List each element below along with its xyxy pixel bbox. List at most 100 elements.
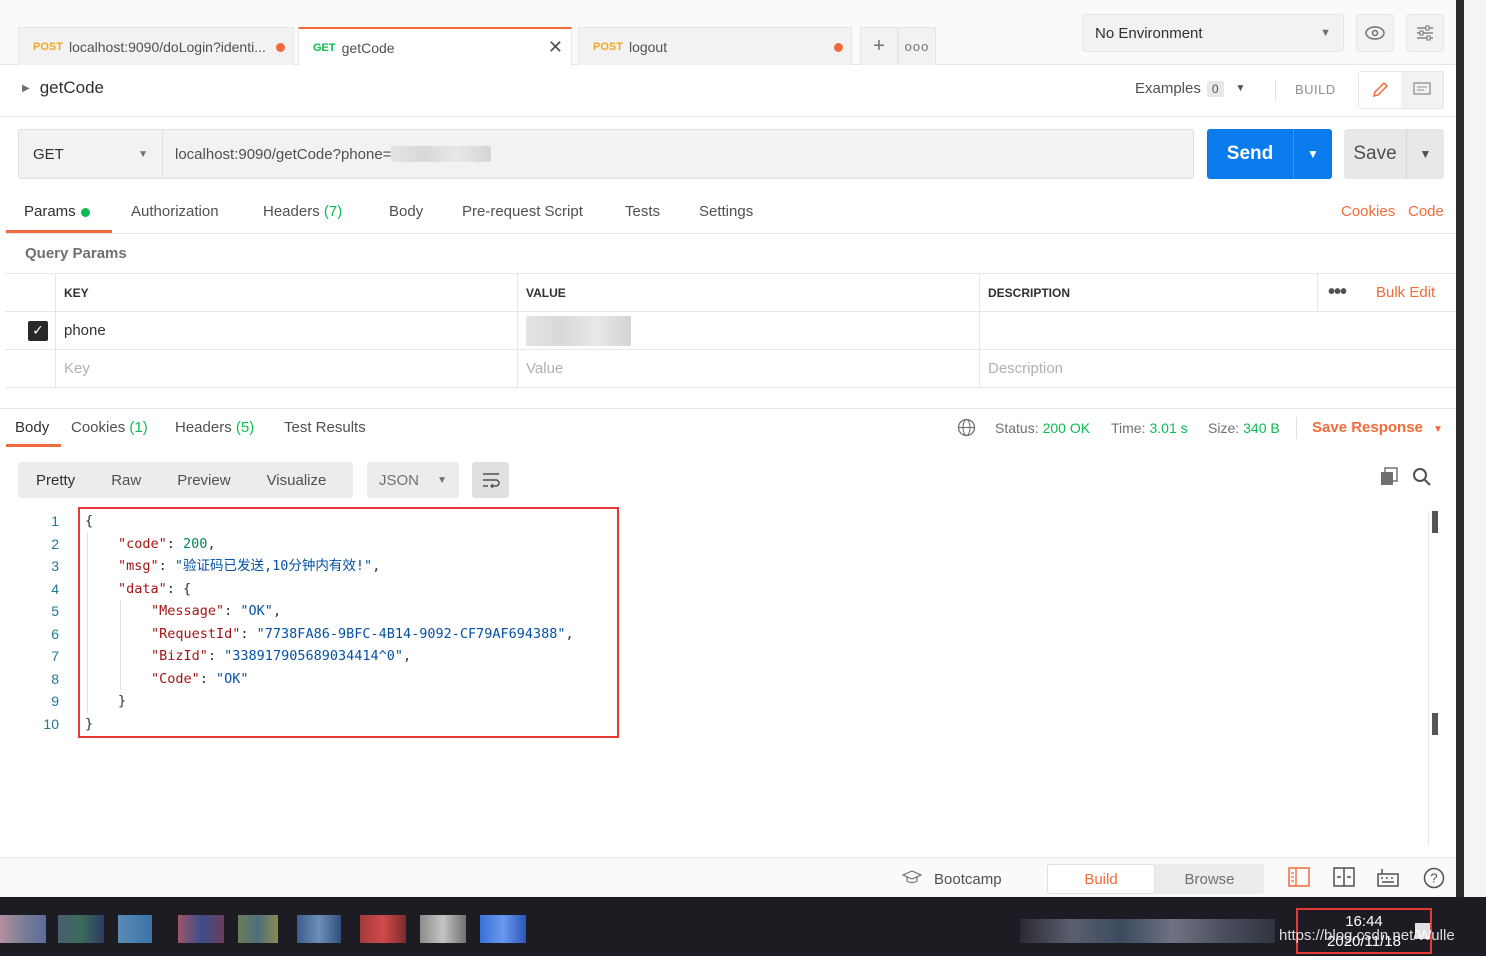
line-number: 1 xyxy=(51,513,59,529)
save-response-dropdown[interactable]: Save Response ▼ xyxy=(1312,419,1443,436)
environment-select[interactable]: No Environment ▼ xyxy=(1082,14,1344,52)
tab-label: Params xyxy=(24,203,76,220)
build-mode-label: BUILD xyxy=(1295,82,1336,97)
view-preview[interactable]: Preview xyxy=(159,472,248,489)
redacted-value xyxy=(526,315,631,346)
taskbar-app-icon[interactable] xyxy=(0,915,46,943)
headers-count: (7) xyxy=(323,203,343,220)
tab-logout[interactable]: POST logout xyxy=(578,27,852,65)
param-description[interactable] xyxy=(979,312,988,349)
tab-body[interactable]: Body xyxy=(389,203,423,220)
tab-tests[interactable]: Tests xyxy=(625,203,660,220)
chevron-down-icon[interactable]: ▼ xyxy=(1406,129,1444,179)
param-key[interactable]: phone xyxy=(55,312,106,349)
bulk-edit-link[interactable]: Bulk Edit xyxy=(1367,274,1435,311)
scrollbar-thumb[interactable] xyxy=(1432,511,1438,533)
headers-count: (5) xyxy=(235,419,255,436)
size-value: 340 B xyxy=(1243,420,1280,436)
divider xyxy=(1296,417,1297,439)
taskbar-app-icon[interactable] xyxy=(360,915,406,943)
bootcamp-label: Bootcamp xyxy=(934,870,1002,888)
line-number: 2 xyxy=(51,535,59,552)
background-window-edge xyxy=(1456,0,1486,897)
line-number: 10 xyxy=(43,715,59,732)
status-value: 200 OK xyxy=(1042,420,1091,436)
response-tab-test-results[interactable]: Test Results xyxy=(284,419,366,436)
plus-icon[interactable]: + xyxy=(860,27,898,65)
line-number: 6 xyxy=(51,625,59,642)
more-options-icon[interactable]: ••• xyxy=(1319,274,1347,311)
tab-dologin[interactable]: POST localhost:9090/doLogin?identi... xyxy=(18,27,294,65)
two-pane-view-icon[interactable] xyxy=(1288,867,1310,889)
bootcamp-link[interactable]: Bootcamp xyxy=(901,870,1002,888)
line-number: 8 xyxy=(51,670,59,687)
search-icon[interactable] xyxy=(1412,467,1432,490)
query-params-table: KEY VALUE DESCRIPTION ••• Bulk Edit ✓ ph… xyxy=(5,273,1456,388)
settings-sliders-icon[interactable] xyxy=(1406,14,1444,52)
view-pretty[interactable]: Pretty xyxy=(18,472,93,489)
layout-icon[interactable] xyxy=(1333,867,1355,889)
copy-icon[interactable] xyxy=(1379,467,1399,490)
postman-window: POST localhost:9090/doLogin?identi... GE… xyxy=(0,0,1456,897)
url-input[interactable]: localhost:9090/getCode?phone= xyxy=(162,129,1194,179)
url-text: localhost:9090/getCode?phone= xyxy=(175,145,392,163)
response-tab-cookies[interactable]: Cookies (1) xyxy=(71,419,148,436)
line-number: 7 xyxy=(51,648,59,664)
close-icon[interactable]: ✕ xyxy=(548,37,563,58)
tab-headers[interactable]: Headers (7) xyxy=(263,203,342,220)
param-checkbox[interactable]: ✓ xyxy=(19,312,48,349)
taskbar-app-icon[interactable] xyxy=(58,915,104,943)
examples-dropdown[interactable]: Examples 0 ▼ xyxy=(1135,80,1245,97)
view-raw[interactable]: Raw xyxy=(93,472,159,489)
taskbar-app-icon[interactable] xyxy=(238,915,278,943)
send-button[interactable]: Send ▼ xyxy=(1207,129,1332,179)
new-value-input[interactable]: Value xyxy=(517,350,563,387)
examples-label: Examples xyxy=(1135,80,1201,97)
new-description-input[interactable]: Description xyxy=(979,350,1063,387)
taskbar-app-icon[interactable] xyxy=(178,915,224,943)
help-icon[interactable]: ? xyxy=(1423,867,1445,889)
table-row: ✓ phone xyxy=(5,312,1456,350)
taskbar-app-icon[interactable] xyxy=(297,915,341,943)
chevron-down-icon[interactable]: ▼ xyxy=(1293,129,1332,179)
os-taskbar xyxy=(0,897,1486,956)
wrap-lines-icon[interactable] xyxy=(472,462,509,498)
eye-icon[interactable] xyxy=(1356,14,1394,52)
divider xyxy=(1275,80,1276,100)
highlight-box xyxy=(78,507,619,738)
request-name[interactable]: ▶ getCode xyxy=(22,78,104,98)
save-button[interactable]: Save ▼ xyxy=(1344,129,1444,179)
globe-icon[interactable] xyxy=(957,418,976,440)
tab-authorization[interactable]: Authorization xyxy=(131,203,219,220)
tab-settings[interactable]: Settings xyxy=(699,203,753,220)
tab-prerequest-script[interactable]: Pre-request Script xyxy=(462,203,583,220)
comment-icon[interactable] xyxy=(1401,72,1443,108)
browse-tab[interactable]: Browse xyxy=(1155,864,1264,894)
ellipsis-icon[interactable]: ooo xyxy=(898,27,936,65)
taskbar-app-icon[interactable] xyxy=(420,915,466,943)
response-tab-headers[interactable]: Headers (5) xyxy=(175,419,254,436)
request-tab-bar: POST localhost:9090/doLogin?identi... GE… xyxy=(0,0,1456,66)
line-number: 4 xyxy=(51,580,59,597)
cookies-link[interactable]: Cookies xyxy=(1341,203,1395,220)
new-key-input[interactable]: Key xyxy=(55,350,90,387)
examples-count: 0 xyxy=(1206,80,1224,97)
keyboard-icon[interactable] xyxy=(1377,867,1399,889)
format-select[interactable]: JSON ▼ xyxy=(367,462,459,498)
build-tab[interactable]: Build xyxy=(1047,864,1155,894)
caret-right-icon[interactable]: ▶ xyxy=(22,83,30,94)
taskbar-app-icon[interactable] xyxy=(118,915,152,943)
line-number: 9 xyxy=(51,693,59,709)
size-label: Size: xyxy=(1208,420,1240,436)
tab-params[interactable]: Params xyxy=(24,203,90,220)
param-value[interactable] xyxy=(517,312,631,349)
tab-getcode[interactable]: GET getCode ✕ xyxy=(298,27,572,66)
system-tray[interactable] xyxy=(1020,919,1275,943)
taskbar-app-icon[interactable] xyxy=(480,915,526,943)
code-link[interactable]: Code xyxy=(1408,203,1444,220)
svg-text:?: ? xyxy=(1430,871,1437,886)
method-select[interactable]: GET ▼ xyxy=(18,129,163,179)
response-tab-body[interactable]: Body xyxy=(15,419,49,436)
pencil-icon[interactable] xyxy=(1359,72,1401,108)
view-visualize[interactable]: Visualize xyxy=(249,472,345,489)
